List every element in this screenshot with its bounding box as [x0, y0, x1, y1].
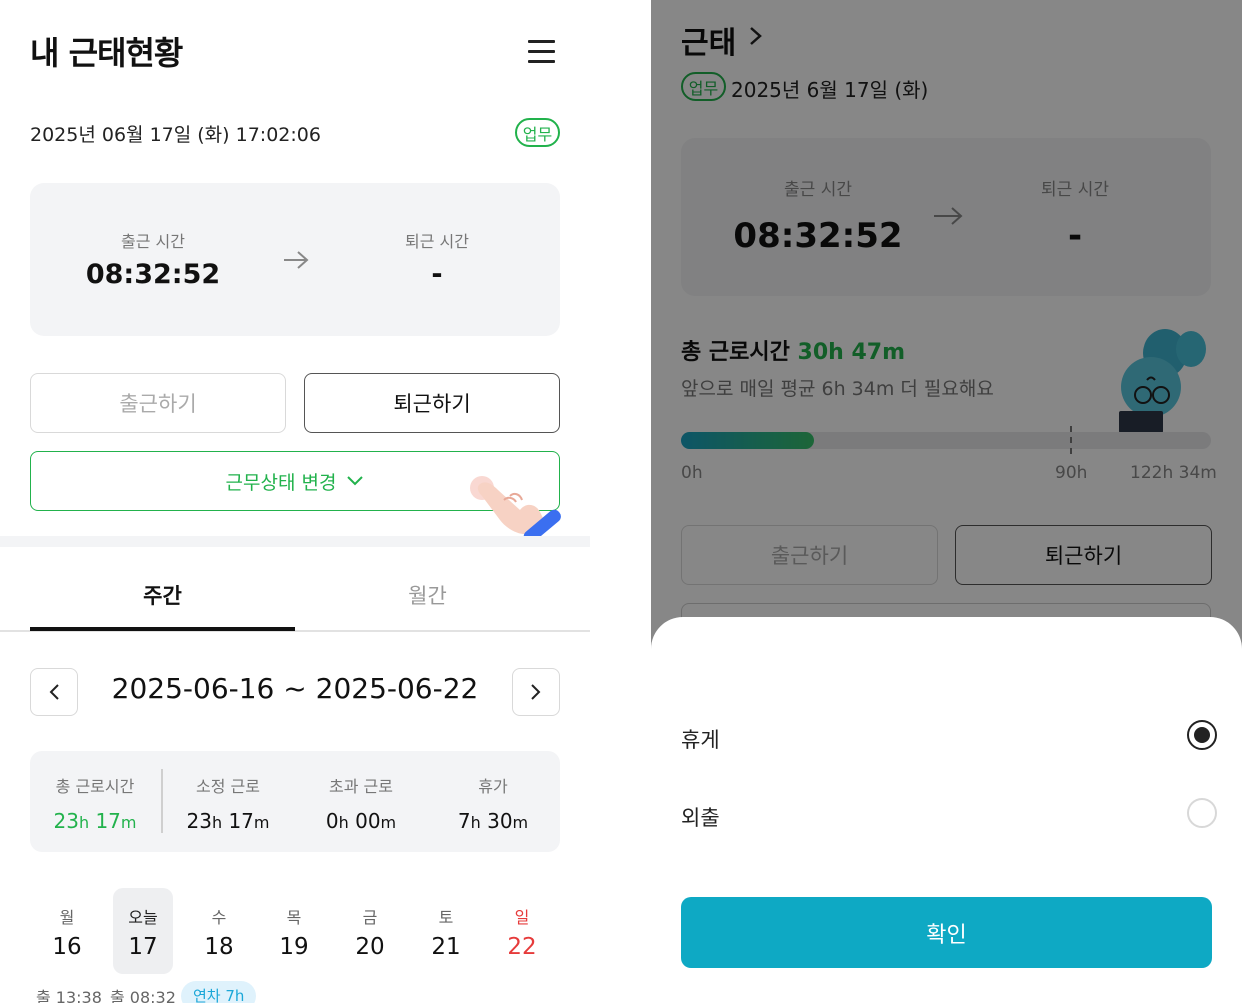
day-number: 20 — [355, 934, 385, 960]
day-cell[interactable]: 월 16 — [37, 888, 97, 974]
day-number: 16 — [52, 934, 82, 960]
stat-item: 총 근로시간 23h 17m — [30, 751, 160, 833]
day-label: 목 — [286, 908, 302, 927]
today-clock-in-log: 출 08:32 — [110, 988, 176, 1003]
stat-value: 0h 00m — [325, 809, 397, 833]
attendance-screen: 내 근태현황 2025년 06월 17일 (화) 17:02:06 업무 출근 … — [0, 0, 590, 1003]
stat-value: 7h 30m — [457, 809, 529, 833]
option-break-label: 휴게 — [681, 728, 720, 752]
clock-in-value: 08:32:52 — [85, 259, 221, 290]
day-cell[interactable]: 금 20 — [340, 888, 400, 974]
outing-radio[interactable] — [1187, 798, 1217, 828]
page-title: 내 근태현황 — [30, 34, 183, 72]
hamburger-menu-icon[interactable] — [528, 40, 556, 64]
stat-item: 휴가 7h 30m — [428, 751, 558, 833]
stat-item: 초과 근로 0h 00m — [296, 751, 426, 833]
day-cell[interactable]: 일 22 — [492, 888, 552, 974]
stat-label: 소정 근로 — [196, 777, 260, 796]
active-tab-indicator — [30, 627, 295, 631]
monday-clock-in-log: 출 13:38 — [36, 988, 102, 1003]
day-cell[interactable]: 목 19 — [264, 888, 324, 974]
day-cell-today[interactable]: 오늘 17 — [113, 888, 173, 974]
attendance-detail-screen: 근태 업무 2025년 6월 17일 (화) 출근 시간 08:32:52 퇴근… — [651, 0, 1242, 1003]
option-break[interactable]: 휴게 — [681, 714, 1217, 764]
day-label: 금 — [362, 908, 378, 927]
stat-label: 휴가 — [478, 777, 508, 796]
work-status-badge: 업무 — [515, 118, 560, 147]
day-number: 19 — [279, 934, 309, 960]
clock-out-button[interactable]: 퇴근하기 — [304, 373, 560, 433]
stat-value: 23h 17m — [186, 809, 270, 833]
previous-week-button[interactable] — [30, 668, 78, 716]
day-label: 일 — [514, 908, 530, 927]
week-range: 2025-06-16 ~ 2025-06-22 — [111, 672, 479, 705]
day-label: 수 — [211, 908, 227, 927]
current-datetime: 2025년 06월 17일 (화) 17:02:06 — [30, 124, 321, 146]
day-cell[interactable]: 토 21 — [416, 888, 476, 974]
break-radio[interactable] — [1187, 720, 1217, 750]
option-outing[interactable]: 외출 — [681, 792, 1217, 842]
day-number: 18 — [204, 934, 234, 960]
clock-out-value: - — [431, 259, 443, 290]
day-number: 22 — [507, 934, 537, 960]
arrow-right-icon — [284, 251, 309, 269]
chevron-left-icon — [49, 684, 59, 700]
stat-label: 초과 근로 — [329, 777, 393, 796]
weekly-stats-card: 총 근로시간 23h 17m 소정 근로 23h 17m 초과 근로 0h 00m 휴가 7h… — [30, 751, 560, 852]
day-number: 21 — [431, 934, 461, 960]
day-label: 월 — [59, 908, 75, 927]
day-number: 17 — [128, 934, 158, 960]
chevron-down-icon — [347, 476, 364, 486]
tab-weekly[interactable]: 주간 — [30, 580, 295, 610]
day-label: 오늘 — [128, 908, 158, 927]
clock-in-button[interactable]: 출근하기 — [30, 373, 286, 433]
clock-out-label: 퇴근 시간 — [405, 232, 469, 251]
status-bottom-sheet: 휴게 외출 확인 — [651, 617, 1242, 1003]
next-week-button[interactable] — [512, 668, 560, 716]
section-divider — [0, 536, 590, 547]
tab-monthly[interactable]: 월간 — [295, 580, 560, 610]
stat-item: 소정 근로 23h 17m — [163, 751, 293, 833]
clock-time-card: 출근 시간 08:32:52 퇴근 시간 - — [30, 183, 560, 336]
option-outing-label: 외출 — [681, 806, 720, 830]
chevron-right-icon — [531, 684, 541, 700]
clock-in-label: 출근 시간 — [121, 232, 185, 251]
stat-label: 총 근로시간 — [55, 777, 135, 796]
annual-leave-badge: 연차 7h — [181, 981, 257, 1003]
day-cell[interactable]: 수 18 — [189, 888, 249, 974]
stat-value: 23h 17m — [53, 809, 137, 833]
day-label: 토 — [438, 908, 454, 927]
work-status-change-label: 근무상태 변경 — [225, 471, 337, 494]
confirm-button[interactable]: 확인 — [681, 897, 1212, 968]
